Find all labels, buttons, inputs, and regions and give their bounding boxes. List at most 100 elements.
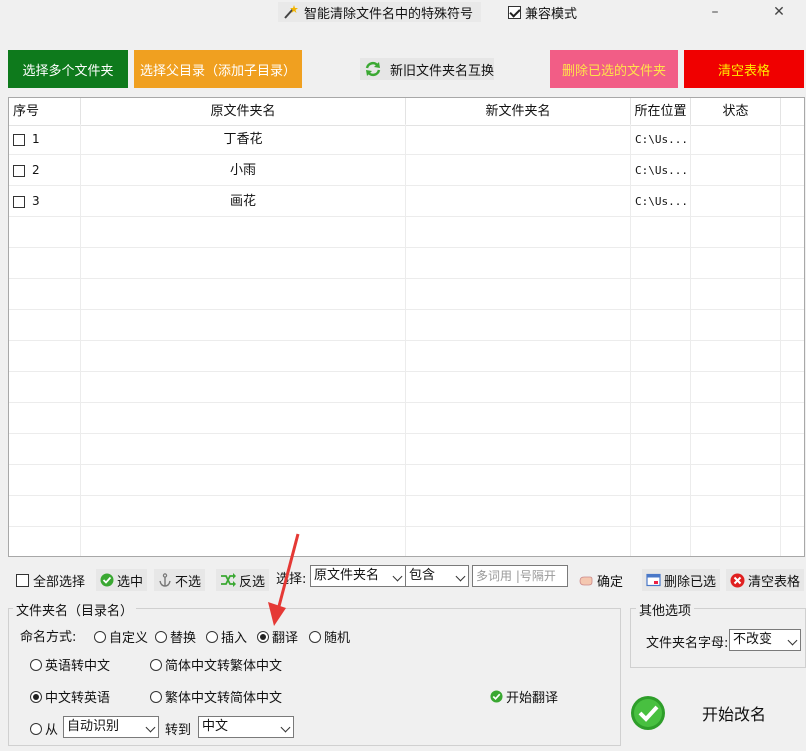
folder-table[interactable]: 序号 原文件夹名 新文件夹名 所在位置 状态 1 丁香花 C:\Us... 2 … — [8, 97, 805, 557]
radio-indicator[interactable] — [155, 630, 167, 643]
empty-cell — [406, 465, 631, 496]
select-all-checkbox[interactable]: 全部选择 — [12, 569, 89, 591]
mode-insert-label: 插入 — [221, 631, 248, 646]
empty-cell — [81, 341, 406, 372]
mode-replace-radio[interactable]: 替换 — [155, 627, 196, 646]
uncheck-button[interactable]: 不选 — [154, 569, 206, 591]
row-index: 3 — [32, 194, 40, 208]
row-original-name: 小雨 — [81, 155, 406, 186]
table-row[interactable]: 2 小雨 C:\Us... — [9, 155, 804, 186]
empty-cell — [81, 217, 406, 248]
match-select[interactable]: 包含 — [405, 565, 469, 587]
start-rename-button[interactable]: 开始改名 — [628, 683, 806, 743]
naming-mode-label: 命名方式: — [20, 630, 77, 645]
empty-cell — [406, 217, 631, 248]
from-language-select[interactable]: 自动识别 — [63, 716, 159, 738]
clear-table-top-button[interactable]: 清空表格 — [684, 50, 804, 88]
empty-cell — [406, 341, 631, 372]
minimize-button[interactable]: – — [700, 2, 730, 22]
empty-cell — [406, 403, 631, 434]
check-circle-icon — [100, 573, 114, 587]
compat-mode-checkbox[interactable]: 兼容模式 — [508, 3, 577, 22]
select-all-box[interactable] — [16, 573, 29, 587]
radio-indicator[interactable] — [257, 630, 269, 643]
row-checkbox[interactable] — [13, 164, 25, 177]
en-to-zh-radio[interactable]: 英语转中文 — [30, 655, 110, 674]
to-language-value: 中文 — [202, 719, 229, 734]
empty-cell — [81, 434, 406, 465]
empty-table-row — [9, 279, 804, 310]
empty-cell — [81, 465, 406, 496]
radio-indicator[interactable] — [309, 630, 321, 643]
empty-cell — [81, 310, 406, 341]
delete-selected-folders-button[interactable]: 删除已选的文件夹 — [550, 50, 678, 88]
empty-cell — [406, 310, 631, 341]
row-checkbox[interactable] — [13, 133, 25, 146]
empty-cell — [406, 279, 631, 310]
empty-cell — [81, 527, 406, 556]
mode-replace-label: 替换 — [170, 631, 197, 646]
header-original-name[interactable]: 原文件夹名 — [81, 98, 406, 126]
radio-indicator[interactable] — [150, 658, 162, 671]
header-status[interactable]: 状态 — [691, 98, 781, 126]
from-language-value: 自动识别 — [67, 719, 120, 734]
radio-indicator[interactable] — [30, 658, 42, 671]
letter-case-select[interactable]: 不改变 — [729, 629, 801, 651]
row-new-name — [406, 124, 631, 155]
empty-table-row — [9, 248, 804, 279]
empty-cell — [81, 496, 406, 527]
mode-random-radio[interactable]: 随机 — [309, 627, 350, 646]
field-select[interactable]: 原文件夹名 — [310, 565, 406, 587]
empty-cell — [631, 465, 691, 496]
radio-indicator[interactable] — [206, 630, 218, 643]
radio-indicator[interactable] — [150, 690, 162, 703]
empty-cell — [631, 279, 691, 310]
table-row[interactable]: 3 画花 C:\Us... — [9, 186, 804, 217]
empty-cell — [691, 465, 781, 496]
mode-random-label: 随机 — [324, 631, 351, 646]
header-index[interactable]: 序号 — [9, 98, 81, 126]
mode-custom-label: 自定义 — [109, 631, 149, 646]
check-button[interactable]: 选中 — [96, 569, 148, 591]
mode-insert-radio[interactable]: 插入 — [206, 627, 247, 646]
select-folders-button[interactable]: 选择多个文件夹 — [8, 50, 128, 88]
empty-cell — [9, 248, 81, 279]
chevron-down-icon — [392, 571, 403, 582]
header-location[interactable]: 所在位置 — [631, 98, 691, 126]
mode-custom-radio[interactable]: 自定义 — [94, 627, 148, 646]
to-label: 转到 — [165, 723, 192, 738]
empty-cell — [9, 527, 81, 556]
empty-table-row — [9, 372, 804, 403]
compat-checkbox-box[interactable] — [508, 6, 521, 19]
confirm-button[interactable]: 确定 — [574, 569, 627, 591]
row-checkbox[interactable] — [13, 195, 25, 208]
keyword-input[interactable]: 多词用 |号隔开 — [472, 565, 568, 587]
to-language-select[interactable]: 中文 — [198, 716, 294, 738]
anchor-icon — [159, 573, 171, 587]
empty-cell — [81, 403, 406, 434]
empty-cell — [9, 217, 81, 248]
zh-to-en-radio[interactable]: 中文转英语 — [30, 687, 110, 706]
radio-indicator[interactable] — [94, 630, 106, 643]
close-button[interactable]: ✕ — [764, 2, 794, 22]
window-title: 智能清除文件名中的特殊符号 — [304, 6, 474, 22]
radio-indicator[interactable] — [30, 722, 42, 735]
empty-table-row — [9, 465, 804, 496]
delete-checked-button[interactable]: 删除已选 — [642, 569, 721, 591]
radio-indicator[interactable] — [30, 690, 42, 703]
from-radio[interactable]: 从 — [30, 719, 58, 738]
clear-table-bottom-button[interactable]: 清空表格 — [726, 569, 805, 591]
table-header: 序号 原文件夹名 新文件夹名 所在位置 状态 — [9, 98, 804, 126]
row-new-name — [406, 186, 631, 217]
simp-to-trad-radio[interactable]: 简体中文转繁体中文 — [150, 655, 282, 674]
start-translate-button[interactable]: 开始翻译 — [490, 687, 558, 706]
calendar-icon — [646, 573, 661, 587]
trad-to-simp-radio[interactable]: 繁体中文转简体中文 — [150, 687, 282, 706]
chevron-down-icon — [455, 571, 466, 582]
header-new-name[interactable]: 新文件夹名 — [406, 98, 631, 126]
swap-names-button[interactable]: 新旧文件夹名互换 — [360, 58, 494, 80]
letter-case-label: 文件夹名字母: — [646, 636, 729, 651]
empty-table-row — [9, 310, 804, 341]
table-row[interactable]: 1 丁香花 C:\Us... — [9, 124, 804, 155]
select-parent-dir-button[interactable]: 选择父目录（添加子目录） — [134, 50, 302, 88]
